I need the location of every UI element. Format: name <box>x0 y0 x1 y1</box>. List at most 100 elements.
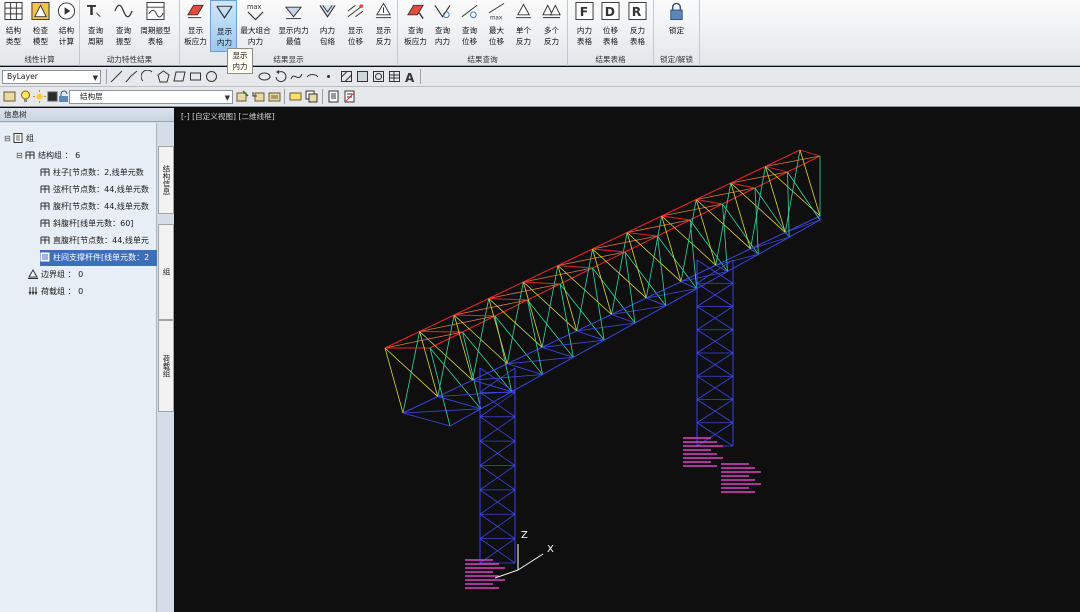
bottom-chord <box>402 396 438 414</box>
diagonal-web <box>722 203 759 255</box>
ribbon-btn-label: 显示内力 最值 <box>278 26 309 46</box>
region-icon[interactable] <box>372 70 385 83</box>
max-displacement-button[interactable]: max 最大 位移 <box>483 0 510 52</box>
tab-load-group[interactable]: 荷载组 <box>158 320 174 412</box>
layer-match-icon[interactable] <box>289 90 302 103</box>
tree-label: 结构组 ： 6 <box>38 151 81 160</box>
collapse-icon[interactable]: ⊟ <box>16 148 25 164</box>
period-mode-table-button[interactable]: 周期振型 表格 <box>140 0 171 52</box>
top-chord <box>523 265 559 283</box>
pentagon-icon[interactable] <box>157 70 170 83</box>
structure-calc-button[interactable]: 结构 计算 <box>53 0 80 52</box>
model-viewport[interactable]: [-] [自定义视图] [二维线框] Z X <box>175 108 1080 612</box>
point-icon[interactable] <box>322 70 335 83</box>
vertical-web <box>592 267 605 341</box>
layer-manager-icon[interactable] <box>3 90 16 103</box>
max-combo-force-button[interactable]: max 最大组合 内力 <box>240 0 270 52</box>
bottom-tie <box>402 412 451 427</box>
tree-load-group[interactable]: 荷载组 ： 0 <box>28 284 83 300</box>
structure-type-button[interactable]: 结构 类型 <box>0 0 27 52</box>
group-dynamic-results: T 查询 周期 查询 振型 周期振型 表格 动力特性结果 <box>80 0 180 66</box>
show-force-extreme-button[interactable]: 显示内力 最值 <box>278 0 309 52</box>
top-tie <box>627 232 658 237</box>
chevron-down-icon: ▼ <box>224 94 230 102</box>
diagonal-web <box>661 203 723 217</box>
max-displacement-icon: max <box>488 2 505 21</box>
tree-member[interactable]: 直腹杆[节点数：44,线单元 <box>40 233 157 249</box>
arc-icon[interactable] <box>141 70 154 83</box>
polyline-icon[interactable] <box>125 70 138 83</box>
spline-icon[interactable] <box>290 70 303 83</box>
rectangle-icon[interactable] <box>189 70 202 83</box>
tree-label: 组 <box>26 134 34 143</box>
lock-button[interactable]: 锁定 <box>663 0 690 52</box>
max-icon: max <box>247 3 264 21</box>
multi-reaction-button[interactable]: 多个 反力 <box>538 0 565 52</box>
top-chord <box>384 331 420 349</box>
show-internal-force-button[interactable]: 显示 内力 <box>210 0 237 52</box>
tree-member-selected[interactable]: 柱间支撑杆件[线单元数：2 <box>40 250 157 266</box>
displacement-table-button[interactable]: D 位移 表格 <box>597 0 624 52</box>
tree-member[interactable]: 腹杆[节点数：44,线单元数 <box>40 199 157 215</box>
layer-select[interactable]: 结构层 ▼ <box>69 90 233 104</box>
tree-boundary-group[interactable]: 边界组 ： 0 <box>28 267 83 283</box>
tree-member[interactable]: 柱子[节点数：2,线单元数 <box>40 165 157 181</box>
bulb-icon[interactable] <box>19 90 32 103</box>
single-reaction-button[interactable]: 单个 反力 <box>510 0 537 52</box>
layer-copy-icon[interactable] <box>305 90 318 103</box>
hatch-icon[interactable] <box>340 70 353 83</box>
tree-root[interactable]: ⊟ 组 <box>4 131 34 147</box>
top-chord <box>765 149 801 167</box>
text-icon[interactable]: A <box>404 70 417 83</box>
layer-select-value: 结构层 <box>80 92 103 101</box>
show-displacement-button[interactable]: 显示 位移 <box>342 0 369 52</box>
layer-isolate-icon[interactable] <box>327 90 340 103</box>
force-envelope-button[interactable]: 内力 包络 <box>314 0 341 52</box>
tab-group[interactable]: 组 <box>158 224 174 320</box>
table-r-icon: R <box>628 1 647 21</box>
table-icon[interactable] <box>388 70 401 83</box>
tree-member[interactable]: 弦杆[节点数：44,线单元数 <box>40 182 157 198</box>
vertical-web <box>527 299 543 375</box>
query-period-button[interactable]: T 查询 周期 <box>82 0 109 52</box>
group-result-query: 查询 板应力 查询 内力 查询 位移 max 最大 位移 单个 反力 多个 反力 … <box>398 0 568 66</box>
top-chord <box>592 232 628 250</box>
query-internal-force-button[interactable]: 查询 内力 <box>429 0 456 52</box>
group-title: 结果显示 <box>273 55 304 64</box>
parallelogram-icon[interactable] <box>173 70 186 83</box>
tab-structure-info[interactable]: 结构信息 <box>158 146 174 214</box>
tree-member[interactable]: 斜腹杆[线单元数：60] <box>40 216 157 232</box>
circle-icon[interactable] <box>205 70 218 83</box>
top-chord <box>730 166 766 184</box>
show-reaction-button[interactable]: 显示 反力 <box>370 0 397 52</box>
bottom-brace <box>785 219 821 233</box>
bottom-brace <box>541 339 605 348</box>
query-mode-button[interactable]: 查询 振型 <box>110 0 137 52</box>
gradient-icon[interactable] <box>356 70 369 83</box>
layer-combo[interactable]: ByLayer ▼ <box>2 70 101 84</box>
tree-label: 腹杆[节点数：44,线单元数 <box>53 202 149 211</box>
layer-state-icon[interactable] <box>268 90 281 103</box>
panel-title: 信息树 <box>0 108 174 122</box>
collapse-icon[interactable]: ⊟ <box>4 131 13 147</box>
show-plate-stress-button[interactable]: 显示 板应力 <box>182 0 209 52</box>
top-chord <box>527 283 561 301</box>
diagonal-web <box>527 299 574 358</box>
rotate-icon[interactable] <box>274 70 287 83</box>
query-plate-stress-button[interactable]: 查询 板应力 <box>402 0 429 52</box>
sun-icon[interactable] <box>33 90 46 103</box>
vertical-web <box>557 265 578 332</box>
separator <box>106 69 107 84</box>
ribbon-btn-label: 显示 内力 <box>216 27 233 47</box>
bottom-brace <box>750 236 790 250</box>
layer-unisolate-icon[interactable] <box>343 90 356 103</box>
layer-previous-icon[interactable] <box>252 90 265 103</box>
ellipse-arc-icon[interactable] <box>306 70 319 83</box>
ellipse-icon[interactable] <box>258 70 271 83</box>
reaction-table-button[interactable]: R 反力 表格 <box>624 0 651 52</box>
member-icon <box>40 185 50 193</box>
query-displacement-button[interactable]: 查询 位移 <box>456 0 483 52</box>
line-icon[interactable] <box>110 70 123 83</box>
layer-current-icon[interactable] <box>236 90 249 103</box>
tree-structure-group[interactable]: ⊟ 结构组 ： 6 <box>16 148 80 164</box>
